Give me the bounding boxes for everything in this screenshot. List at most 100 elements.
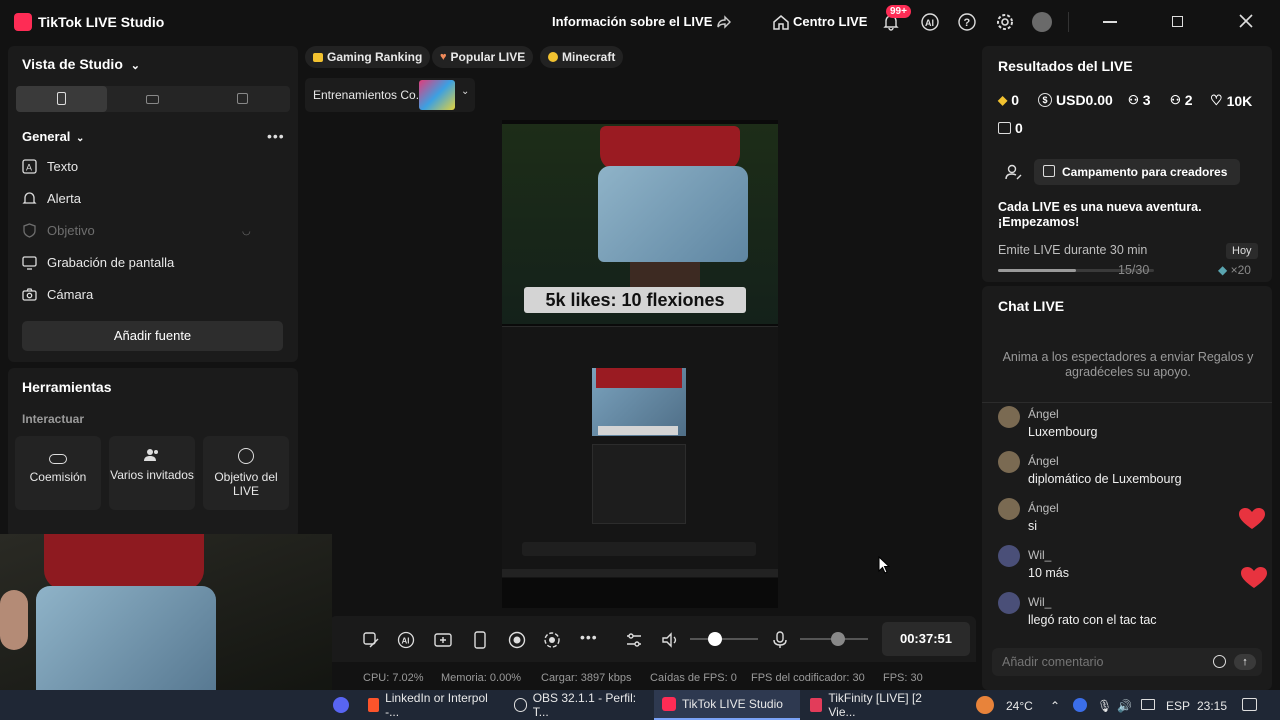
- add-scene-icon[interactable]: [434, 631, 452, 649]
- app-title: TikTok LIVE Studio: [38, 14, 165, 30]
- text-box-icon: A: [22, 159, 37, 174]
- weather-icon[interactable]: [976, 696, 994, 714]
- multi-guest-card[interactable]: Varios invitados: [109, 436, 195, 510]
- more-icon[interactable]: •••: [580, 629, 598, 645]
- center-live-button[interactable]: Centro LIVE: [793, 14, 867, 29]
- live-goal-card[interactable]: Objetivo del LIVE: [203, 436, 289, 510]
- chat-username[interactable]: Wil_: [1028, 595, 1051, 609]
- creator-icon[interactable]: [1005, 163, 1023, 181]
- shield-icon: [22, 223, 37, 238]
- microphone-icon[interactable]: [772, 631, 788, 649]
- likes-goal-banner: 5k likes: 10 flexiones: [524, 287, 746, 313]
- help-icon[interactable]: ?: [957, 12, 977, 32]
- share-icon[interactable]: [716, 14, 732, 30]
- avatar[interactable]: [1032, 12, 1052, 32]
- ai-tool-icon[interactable]: AI: [397, 631, 415, 649]
- settings-gear-icon[interactable]: [995, 12, 1015, 32]
- gifts-value: 0: [1015, 120, 1023, 136]
- avatar[interactable]: [998, 545, 1020, 567]
- studio-view-dropdown[interactable]: Vista de Studio ⌄: [22, 56, 140, 72]
- chat-hint: Anima a los espectadores a enviar Regalo…: [1002, 350, 1254, 379]
- chat-username[interactable]: Ángel: [1028, 454, 1059, 468]
- title-separator: [1068, 12, 1069, 32]
- chevron-down-icon[interactable]: ⌄: [461, 86, 469, 97]
- source-camera[interactable]: Cámara: [22, 287, 93, 302]
- clock[interactable]: 23:15: [1197, 699, 1227, 713]
- add-source-button[interactable]: Añadir fuente: [22, 321, 283, 351]
- source-screen-recording[interactable]: Grabación de pantalla: [22, 255, 174, 270]
- taskbar-app-obs[interactable]: OBS 32.1.1 - Perfil: T...: [506, 690, 650, 720]
- landscape-icon[interactable]: [146, 95, 159, 104]
- effects-icon[interactable]: [543, 631, 561, 649]
- discord-icon[interactable]: [333, 697, 349, 713]
- hidden-eye-icon[interactable]: ◡: [242, 226, 251, 237]
- encoder-fps-stat: FPS del codificador: 30: [751, 672, 865, 684]
- network-icon[interactable]: [1141, 699, 1155, 710]
- chip-minecraft[interactable]: Minecraft: [540, 46, 624, 68]
- minimize-icon[interactable]: [1103, 21, 1117, 23]
- nested-control-bar: [522, 542, 756, 556]
- source-text[interactable]: A Texto: [22, 159, 78, 174]
- tray-app-icon[interactable]: [1073, 698, 1087, 712]
- memory-stat: Memoria: 0.00%: [441, 672, 522, 684]
- creator-camp-button[interactable]: Campamento para creadores: [1034, 159, 1240, 185]
- notifications-icon[interactable]: [1242, 698, 1257, 711]
- phone-icon[interactable]: [473, 631, 487, 649]
- svg-text:A: A: [26, 163, 32, 173]
- chevron-up-icon[interactable]: ⌃: [1050, 699, 1060, 713]
- home-icon[interactable]: [772, 13, 790, 31]
- chat-username[interactable]: Ángel: [1028, 501, 1059, 515]
- more-options-icon[interactable]: •••: [267, 128, 285, 144]
- taskbar-app-label: LinkedIn or Interpol -...: [385, 691, 488, 719]
- obs-icon: [514, 698, 527, 712]
- co-host-card[interactable]: Coemisión: [15, 436, 101, 510]
- chevron-down-icon: ⌄: [130, 60, 140, 72]
- speaker-icon[interactable]: [661, 631, 679, 649]
- source-goal[interactable]: Objetivo: [22, 223, 95, 238]
- speaker-volume-slider[interactable]: [690, 638, 758, 640]
- users-icon: ⚇: [1128, 93, 1139, 107]
- tiktok-icon: [662, 697, 676, 711]
- add-user-icon: ⚇: [1170, 93, 1181, 107]
- avatar[interactable]: [998, 406, 1020, 428]
- maximize-icon[interactable]: [1172, 16, 1183, 27]
- avatar[interactable]: [998, 592, 1020, 614]
- audio-mixer-icon[interactable]: [625, 631, 643, 649]
- live-goal-label: Objetivo del LIVE: [214, 470, 278, 498]
- users-icon: [144, 448, 160, 462]
- studio-view-label: Vista de Studio: [22, 56, 123, 72]
- live-info-button[interactable]: Información sobre el LIVE: [552, 14, 712, 29]
- preview-legs: [630, 262, 700, 288]
- dual-layout-icon[interactable]: [237, 93, 248, 104]
- language-indicator[interactable]: ESP: [1166, 699, 1190, 713]
- taskbar-app-tiktok-studio[interactable]: TikTok LIVE Studio: [654, 690, 800, 720]
- adventure-text: Cada LIVE es una nueva aventura. ¡Empeza…: [998, 200, 1202, 229]
- weather-temp[interactable]: 24°C: [1006, 699, 1033, 713]
- close-icon[interactable]: [1239, 14, 1253, 28]
- avatar[interactable]: [998, 498, 1020, 520]
- mic-volume-knob[interactable]: [831, 632, 845, 646]
- avatar[interactable]: [998, 451, 1020, 473]
- record-icon[interactable]: [508, 631, 526, 649]
- volume-tray-icon[interactable]: 🔊: [1117, 699, 1132, 713]
- microphone-tray-icon[interactable]: 🎙: [1097, 699, 1112, 713]
- ai-icon[interactable]: AI: [920, 12, 940, 32]
- creator-camp-label: Campamento para creadores: [1062, 165, 1228, 179]
- general-section-dropdown[interactable]: General ⌄: [22, 129, 84, 144]
- chat-username[interactable]: Wil_: [1028, 548, 1051, 562]
- heart-icon: ♥: [440, 51, 447, 63]
- taskbar-app-linkedin[interactable]: LinkedIn or Interpol -...: [360, 690, 504, 720]
- send-arrow-icon[interactable]: ↑: [1234, 654, 1256, 670]
- chip-gaming-ranking[interactable]: Gaming Ranking: [305, 46, 431, 68]
- webcam-shirt: [44, 534, 204, 590]
- chip-popular-live[interactable]: ♥ Popular LIVE: [432, 46, 534, 68]
- emoji-icon[interactable]: [1213, 655, 1226, 668]
- scene-transfer-icon[interactable]: [362, 631, 380, 649]
- viewers-stat: ⚇ 3: [1128, 92, 1151, 108]
- taskbar-app-tikfinity[interactable]: TikFinity [LIVE] [2 Vie...: [802, 690, 946, 720]
- svg-text:?: ?: [964, 17, 971, 29]
- chat-username[interactable]: Ángel: [1028, 407, 1059, 421]
- source-alert[interactable]: Alerta: [22, 191, 81, 206]
- speaker-volume-knob[interactable]: [708, 632, 722, 646]
- tiktok-logo-icon: [14, 13, 32, 31]
